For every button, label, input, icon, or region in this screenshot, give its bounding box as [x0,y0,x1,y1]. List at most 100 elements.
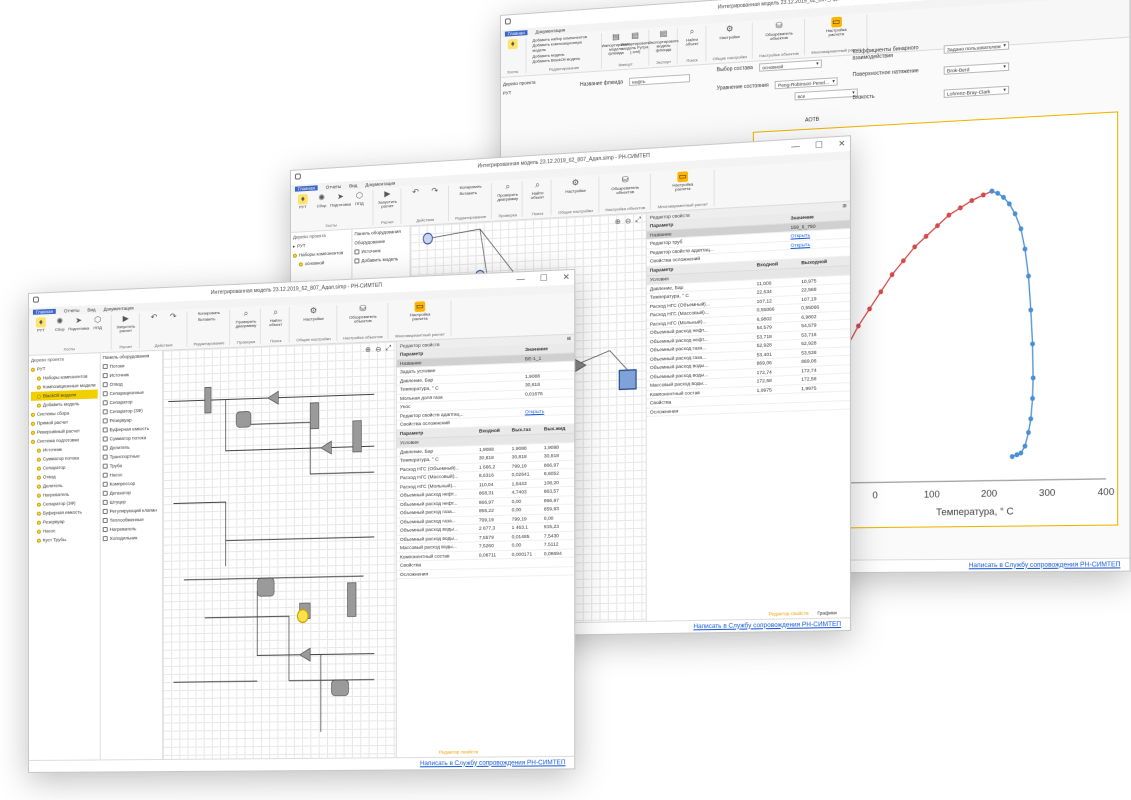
support-link[interactable]: Написать в Службу сопровождения РН-СИМТЕ… [693,621,841,630]
node-icon [31,439,35,443]
flowsheet-canvas[interactable]: ⊕ ⊖ ⤢ [163,342,396,759]
palette-item-label: Отвод [110,382,123,388]
source-icon [354,249,359,254]
x-tick-label: 300 [1039,487,1055,498]
tree-item-label: основной [305,260,324,266]
tree-item-label: BlackOil модели [43,392,76,398]
tab-view[interactable]: Вид [349,182,357,188]
rut-button[interactable]: ♦ РУТ [295,194,311,210]
calc-settings-button[interactable]: ▭ Настройка расчета [412,301,429,322]
redo-button[interactable]: ↷ [427,186,443,198]
close-button[interactable]: ✕ [563,272,570,282]
flow-cell [541,566,575,576]
gather-button[interactable]: ✺ Сбор [52,316,68,332]
palette-item-label: Труба [110,463,122,468]
close-button[interactable]: ✕ [838,139,845,149]
gather-button[interactable]: ✺ Сбор [314,193,330,209]
tree-item[interactable]: РУТ [503,86,572,95]
object-browser-button[interactable]: ⛁ Обозреватель объектов [617,175,634,196]
object-browser-button[interactable]: ⛁ Обозреватель объектов [355,304,372,325]
tab-docs[interactable]: Документация [104,305,134,311]
pin-icon[interactable]: ⊞ [567,336,571,342]
palette-item-label: Буферная емкость [110,426,149,432]
prep-button[interactable]: ➤ Подготовка [333,192,349,208]
ribbon-group-settings: ⚙ Настройки Общие настройки [713,23,753,62]
tab-main[interactable]: Главная [505,30,528,37]
rut-button[interactable]: ♦ [505,39,521,51]
tree-item[interactable]: Куст Трубы [31,534,98,545]
palette-item[interactable]: Добавить модель [354,254,407,266]
tree-item-label: Добавить модель [43,401,79,407]
undo-button[interactable]: ↶ [408,187,424,199]
all-select[interactable]: все ▾ [795,88,858,100]
tab-reports[interactable]: Отчеты [326,183,341,189]
paste-button[interactable]: Вставить [460,190,482,197]
support-link[interactable]: Написать в Службу сопровождения РН-СИМТЕ… [420,760,566,767]
calc-settings-button[interactable]: ▭ Настройка расчета [828,16,845,37]
equipment-icon [103,455,108,460]
tab-charts[interactable]: Графики [817,610,837,616]
pin-icon[interactable]: ⊞ [842,203,846,210]
minimize-button[interactable]: — [516,274,525,284]
tree-item-label: РУТ [37,366,45,371]
calc-settings-button[interactable]: ▭ Настройка расчета [674,171,691,192]
btn-label: Найти объект [267,318,283,327]
open-link[interactable]: Открыть [525,408,544,414]
run-calc-button[interactable]: ▶ Запустить расчет [118,314,134,334]
tree-item-label: Наборы компонентов [43,374,88,381]
btn-label: ППД [93,326,101,331]
fluid-name-input[interactable]: нефть [629,74,690,86]
data-point [1031,375,1036,380]
ppd-button[interactable]: ⬡ ППД [90,315,106,331]
tree-item[interactable]: основной [293,257,349,269]
maximize-button[interactable]: ☐ [540,273,548,283]
minimize-button[interactable]: — [791,141,800,151]
rut-button[interactable]: ♦ РУТ [33,317,49,333]
tension-select[interactable]: Brok-Berd ▾ [944,62,1009,74]
find-object-button[interactable]: ⌕ Найти объект [267,307,283,327]
tab-main[interactable]: Главная [295,185,318,191]
find-object-button[interactable]: ⌕ Найти объект [529,180,546,201]
maximize-button[interactable]: ☐ [815,140,823,150]
palette-item[interactable]: Холодильник [103,533,160,543]
rut-icon: ♦ [508,39,518,50]
open-link[interactable]: Открыть [791,241,811,247]
settings-button[interactable]: ⚙ Настройки [305,306,322,322]
open-link[interactable]: Открыть [791,233,811,239]
tab-aotv[interactable]: АОТВ [805,117,819,124]
tab-view[interactable]: Вид [87,307,95,312]
node-icon [37,529,41,533]
redo-button[interactable]: ↷ [165,312,181,324]
group-label: Редактирование [549,65,579,72]
equipment-icon [103,527,108,532]
group-label: Редактирование [194,340,225,346]
find-object-button[interactable]: ⌕ Найти объект [684,26,700,47]
x-axis-label: Температура, ° С [936,505,1014,517]
export-fluid-button[interactable]: ▤ Экспортировать модель флюида [655,28,671,53]
ppd-button[interactable]: ⬡ ППД [351,190,367,206]
palette-item-label: Сумматор потока [110,435,146,441]
eos-select[interactable]: Peng-Robinson Penel... ▾ [775,77,838,89]
tab-main[interactable]: Главная [33,308,56,314]
undo-icon: ↶ [149,312,159,323]
tab-property-editor[interactable]: Редактор свойств [439,749,478,754]
check-diagram-button[interactable]: ⌕ Проверить диаграмму [499,182,515,203]
tree-item-label: Сумматор потока [43,455,79,461]
tree-item-label: Куст Трубы [43,537,66,543]
ribbon-group-hosts: ♦ РУТ ✺ Сбор ➤ Подготовка ⬡ ППД Хосты [295,190,373,230]
import-xml-button[interactable]: ▤ Импортировать модель Рутра (.xml) [627,30,643,55]
tab-reports[interactable]: Отчеты [64,307,80,313]
prep-button[interactable]: ➤ Подготовка [71,316,87,332]
check-diagram-button[interactable]: ⌕ Проверить диаграмму [238,308,254,328]
settings-button[interactable]: ⚙ Настройки [721,24,738,41]
composition-select[interactable]: основной ▾ [759,59,822,71]
support-link[interactable]: Написать в Службу сопровождения РН-СИМТЕ… [969,561,1121,568]
settings-button[interactable]: ⚙ Настройки [567,177,584,194]
composition-value: основной [762,63,783,69]
viscosity-select[interactable]: Lohrenz-Bray-Clark ▾ [944,86,1009,98]
object-browser-button[interactable]: ⛁ Обозреватель объектов [771,20,788,41]
tab-property-editor[interactable]: Редактор свойств [769,611,809,617]
paste-button[interactable]: Вставить [198,316,220,323]
undo-button[interactable]: ↶ [146,312,162,324]
run-calc-button[interactable]: ▶ Запустить расчет [379,189,395,210]
